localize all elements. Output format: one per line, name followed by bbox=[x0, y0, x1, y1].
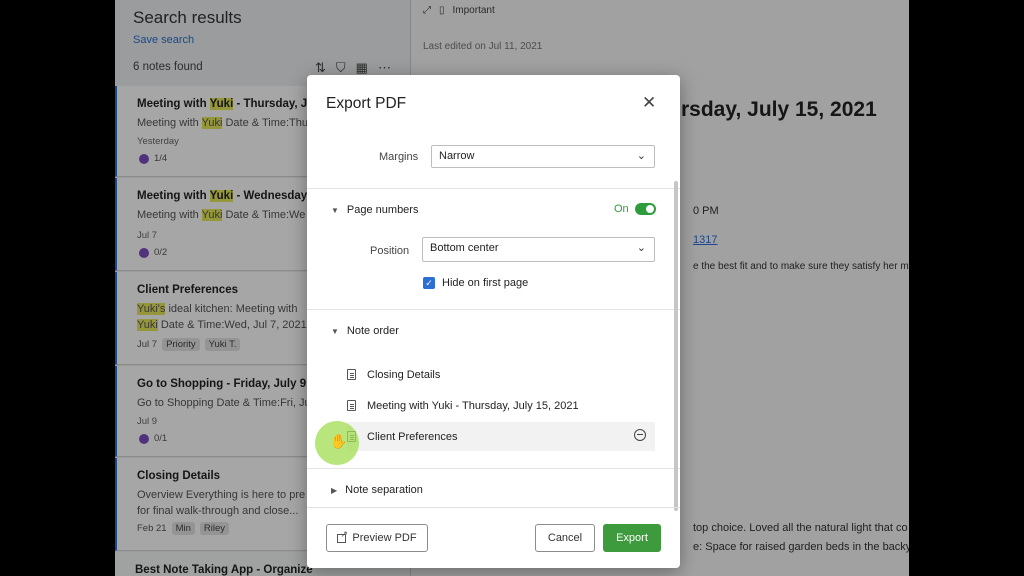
note-order-item[interactable]: Closing Details bbox=[347, 360, 655, 389]
position-select[interactable]: Bottom center ⌄ bbox=[422, 237, 655, 262]
toggle-switch[interactable] bbox=[634, 203, 656, 215]
note-order-item[interactable]: Client Preferences bbox=[347, 422, 655, 451]
divider bbox=[307, 188, 680, 189]
caret-down-icon: ▼ bbox=[331, 205, 339, 215]
note-order-label: Note order bbox=[346, 325, 399, 337]
position-value: Bottom center bbox=[430, 242, 499, 254]
export-pdf-dialog: Export PDF ✕ Margins Narrow ⌄ ▼ Page num… bbox=[307, 75, 680, 568]
note-order-item-label: Meeting with Yuki - Thursday, July 15, 2… bbox=[367, 399, 579, 412]
page-numbers-section[interactable]: ▼ Page numbers bbox=[331, 204, 418, 216]
checkbox-checked-icon[interactable]: ✓ bbox=[423, 277, 435, 289]
close-icon[interactable]: ✕ bbox=[642, 93, 656, 113]
chevron-down-icon: ⌄ bbox=[636, 242, 646, 254]
dialog-scrollbar[interactable] bbox=[674, 181, 678, 511]
preview-pdf-button[interactable]: Preview PDF bbox=[326, 524, 428, 552]
position-label: Position bbox=[370, 245, 410, 257]
dialog-title: Export PDF bbox=[326, 95, 407, 112]
footer-divider bbox=[307, 507, 680, 508]
hide-first-page-label: Hide on first page bbox=[442, 277, 529, 289]
toggle-state: On bbox=[614, 203, 629, 215]
note-separation-label: Note separation bbox=[345, 484, 423, 496]
hand-cursor-icon: ✋ bbox=[330, 433, 348, 449]
export-button[interactable]: Export bbox=[603, 524, 661, 552]
caret-down-icon: ▼ bbox=[331, 326, 339, 336]
note-order-item-label: Client Preferences bbox=[367, 430, 458, 443]
page-numbers-toggle[interactable]: On bbox=[614, 203, 656, 215]
margins-select[interactable]: Narrow ⌄ bbox=[431, 145, 655, 168]
note-doc-icon bbox=[347, 400, 356, 411]
cancel-button[interactable]: Cancel bbox=[535, 524, 595, 552]
divider bbox=[307, 309, 680, 310]
note-doc-icon bbox=[347, 369, 356, 380]
divider bbox=[307, 468, 680, 469]
chevron-down-icon: ⌄ bbox=[636, 150, 646, 162]
note-order-item[interactable]: Meeting with Yuki - Thursday, July 15, 2… bbox=[347, 391, 655, 420]
remove-circle-icon[interactable] bbox=[634, 429, 646, 441]
cancel-label: Cancel bbox=[547, 532, 583, 544]
margins-label: Margins bbox=[379, 151, 419, 163]
note-separation-section[interactable]: ▶ Note separation bbox=[331, 484, 423, 496]
page-numbers-label: Page numbers bbox=[346, 204, 419, 216]
export-label: Export bbox=[616, 532, 648, 544]
note-order-item-label: Closing Details bbox=[367, 368, 441, 381]
preview-pdf-label: Preview PDF bbox=[352, 532, 417, 544]
caret-right-icon: ▶ bbox=[331, 485, 338, 495]
margins-value: Narrow bbox=[439, 150, 475, 162]
note-order-section[interactable]: ▼ Note order bbox=[331, 325, 399, 337]
external-link-icon bbox=[337, 529, 348, 543]
hide-first-page-option[interactable]: ✓ Hide on first page bbox=[423, 277, 528, 289]
